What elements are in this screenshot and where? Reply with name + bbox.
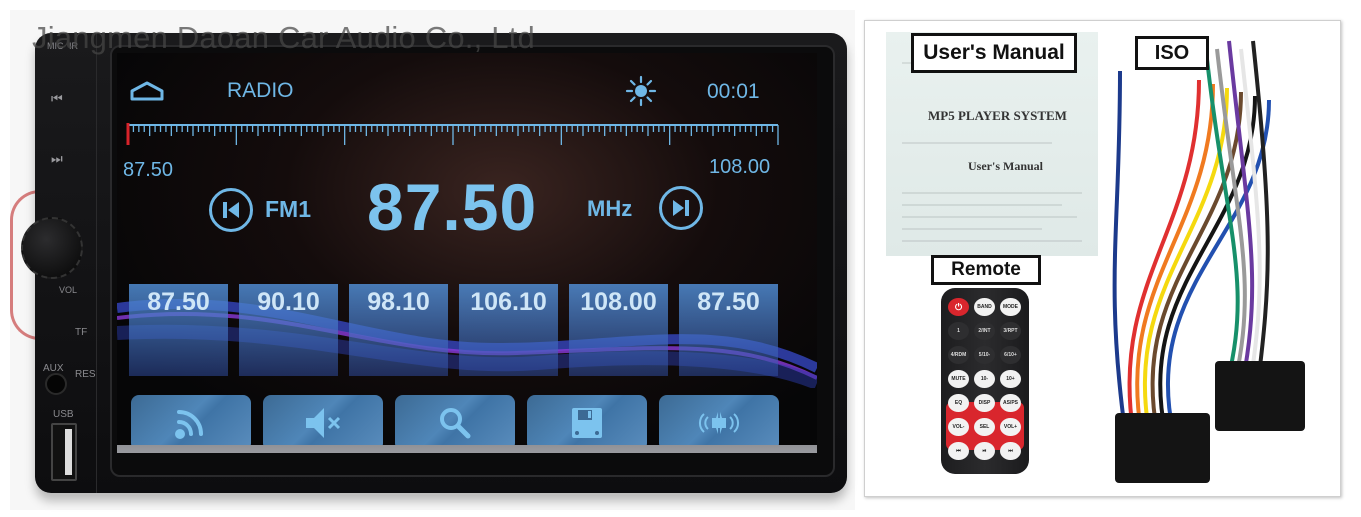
remote-button[interactable]: 4/RDM <box>948 346 969 364</box>
preset-6[interactable]: 87.50 <box>679 284 778 376</box>
skip-back-icon <box>223 202 239 218</box>
volume-knob[interactable] <box>21 217 83 279</box>
stereo-speaker-icon <box>698 412 740 434</box>
prev-track-button[interactable]: ⏮ <box>51 91 63 107</box>
remote-button[interactable]: 10+ <box>1000 370 1021 388</box>
remote-button[interactable]: 2/INT <box>974 322 995 340</box>
remote-button[interactable]: DISP <box>974 394 995 412</box>
preset-2[interactable]: 90.10 <box>239 284 338 376</box>
remote-button[interactable]: 1 <box>948 322 969 340</box>
band-label[interactable]: FM1 <box>265 196 311 223</box>
manual-text-line <box>902 204 1062 206</box>
watermark: Jiangmen Daoan Car Audio Co., Ltd <box>32 20 535 55</box>
frequency-unit: MHz <box>587 196 633 221</box>
wire <box>1135 83 1215 432</box>
manual-text-line <box>902 216 1077 218</box>
seek-prev-button[interactable] <box>209 188 253 232</box>
vol-label: VOL <box>59 285 78 295</box>
preset-1[interactable]: 87.50 <box>129 284 228 376</box>
remote-button[interactable]: BAND <box>974 298 995 316</box>
usb-label: USB <box>53 409 74 420</box>
remote-button[interactable]: ⏯ <box>974 442 995 460</box>
remote-button[interactable]: ⏮ <box>948 442 969 460</box>
aux-jack <box>45 373 67 395</box>
seek-next-button[interactable] <box>659 186 703 230</box>
side-control-panel: MIC IR ⏮ ⏭ VOL TF AUX RES USB <box>21 33 97 493</box>
preset-3[interactable]: 98.10 <box>349 284 448 376</box>
remote-button[interactable]: MUTE <box>948 370 969 388</box>
remote-button[interactable]: ⏻ <box>948 298 969 316</box>
car-stereo-unit: MIC IR ⏮ ⏭ VOL TF AUX RES USB RADIO 00:0… <box>21 33 847 493</box>
res-label: RES <box>75 369 96 380</box>
search-button[interactable] <box>395 395 515 445</box>
radio-screen: RADIO 00:01 87.50 108.00 FM1 87.50 MHz 8… <box>117 53 817 445</box>
manual-text-line <box>902 228 1042 230</box>
remote-button[interactable]: 5/10- <box>974 346 995 364</box>
manual-label: User's Manual <box>911 33 1077 73</box>
brightness-icon[interactable] <box>625 75 657 107</box>
remote-button[interactable]: SEL <box>974 418 995 436</box>
dial-min-label: 87.50 <box>123 159 174 181</box>
manual-text-line <box>902 142 1052 144</box>
head-unit-photo: Jiangmen Daoan Car Audio Co., Ltd MIC IR… <box>10 10 855 510</box>
preset-5[interactable]: 108.00 <box>569 284 668 376</box>
rds-signal-icon <box>175 410 203 439</box>
preset-4[interactable]: 106.10 <box>459 284 558 376</box>
remote-label: Remote <box>931 255 1041 285</box>
tf-label: TF <box>75 327 88 338</box>
screen-title: RADIO <box>227 79 294 102</box>
signal-button[interactable] <box>131 395 251 445</box>
remote-button[interactable]: VOL+ <box>1000 418 1021 436</box>
remote-button[interactable]: 3/RPT <box>1000 322 1021 340</box>
save-icon <box>572 408 602 438</box>
remote-button[interactable]: 6/10+ <box>1000 346 1021 364</box>
remote-button[interactable]: MODE <box>1000 298 1021 316</box>
remote-button[interactable]: ⏭ <box>1000 442 1021 460</box>
next-track-button[interactable]: ⏭ <box>51 151 63 167</box>
remote-control: ⏻ BAND MODE 1 2/INT 3/RPT 4/RDM 5/10- 6/10+ MUTE 1… <box>941 288 1029 474</box>
stereo-button[interactable] <box>659 395 779 445</box>
remote-button[interactable]: VOL- <box>948 418 969 436</box>
remote-button[interactable]: EQ <box>948 394 969 412</box>
search-icon <box>440 408 471 439</box>
mute-icon <box>306 408 341 438</box>
manual-subtitle: User's Manual <box>968 159 1043 173</box>
mute-button[interactable] <box>263 395 383 445</box>
usb-port <box>51 423 77 481</box>
iso-wiring-harness <box>1112 40 1305 483</box>
manual-text-line <box>902 192 1082 194</box>
manual-text-line <box>902 240 1082 242</box>
iso-label: ISO <box>1135 36 1209 70</box>
accessories-panel: MP5 PLAYER SYSTEM User's Manual User's M… <box>864 20 1341 497</box>
remote-button[interactable]: 10- <box>974 370 995 388</box>
remote-button[interactable]: AS/PS <box>1000 394 1021 412</box>
iso-connector <box>1215 361 1305 431</box>
home-icon[interactable] <box>129 81 165 101</box>
wire <box>1112 70 1127 432</box>
current-frequency: 87.50 <box>367 170 538 244</box>
tuning-dial[interactable] <box>125 121 780 151</box>
save-button[interactable] <box>527 395 647 445</box>
iso-connector <box>1115 413 1210 483</box>
skip-forward-icon <box>673 200 689 216</box>
clock: 00:01 <box>707 80 760 103</box>
dial-marker <box>126 123 130 145</box>
manual-title: MP5 PLAYER SYSTEM <box>928 108 1067 123</box>
dial-max-label: 108.00 <box>709 156 771 178</box>
